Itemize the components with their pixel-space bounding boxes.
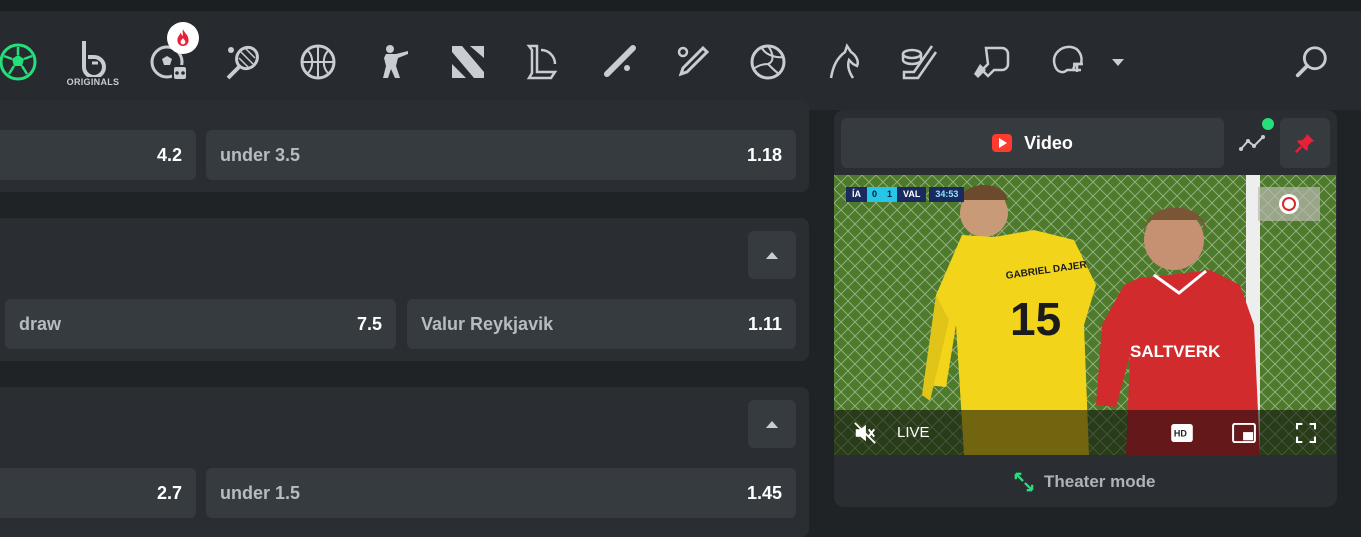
- hot-fire-badge: [167, 22, 199, 54]
- live-indicator-dot: [1262, 118, 1274, 130]
- league-of-legends-icon[interactable]: [521, 40, 565, 84]
- fullscreen-icon: [1296, 423, 1316, 443]
- odds-value: 1.45: [746, 482, 782, 503]
- odds-value: 4.2: [156, 144, 182, 165]
- volleyball-icon[interactable]: [746, 40, 790, 84]
- hd-icon: HD: [1171, 424, 1193, 442]
- stats-graph-icon: [1239, 135, 1265, 151]
- live-video-player[interactable]: 15 GABRIEL DAJER SALTVERK ÍA 0 1 VAL 34:…: [834, 175, 1336, 455]
- odds-button[interactable]: under 1.5 1.45: [206, 468, 796, 518]
- picture-in-picture-icon: [1232, 423, 1256, 443]
- pin-icon: [1295, 133, 1315, 153]
- originals-label: ORIGINALS: [66, 77, 120, 87]
- collapse-market-button[interactable]: [748, 400, 796, 448]
- video-tab-label: Video: [1024, 132, 1073, 153]
- odds-button[interactable]: 4.2: [0, 130, 196, 180]
- live-label: LIVE: [897, 424, 930, 441]
- odds-button[interactable]: under 3.5 1.18: [206, 130, 796, 180]
- fullscreen-button[interactable]: [1293, 420, 1319, 446]
- table-tennis-icon[interactable]: [970, 40, 1014, 84]
- odds-button[interactable]: draw 7.5: [5, 299, 396, 349]
- basketball-icon[interactable]: [296, 40, 340, 84]
- top-strip: [0, 0, 1361, 11]
- odds-value: 7.5: [356, 313, 382, 334]
- chevron-up-icon: [765, 420, 779, 428]
- jersey-number: 15: [1010, 293, 1061, 345]
- cricket-icon[interactable]: [671, 40, 715, 84]
- counter-strike-icon[interactable]: [372, 40, 416, 84]
- collapse-market-button[interactable]: [748, 231, 796, 279]
- odds-value: 2.7: [156, 482, 182, 503]
- pin-button[interactable]: [1280, 118, 1330, 168]
- search-icon: [1295, 46, 1327, 78]
- odds-value: 1.18: [746, 144, 782, 165]
- horse-racing-icon[interactable]: [821, 40, 865, 84]
- video-play-icon: [992, 134, 1013, 152]
- scorebug-away-score: 1: [882, 187, 898, 202]
- odds-label: Valur Reykjavik: [421, 313, 554, 334]
- search-button[interactable]: [1290, 40, 1334, 84]
- theater-mode-label: Theater mode: [1044, 472, 1156, 491]
- dota-icon[interactable]: [446, 40, 490, 84]
- chevron-up-icon: [765, 251, 779, 259]
- american-football-icon[interactable]: [1045, 40, 1089, 84]
- video-controls-bar: LIVE HD: [834, 410, 1336, 455]
- jersey-sponsor: SALTVERK: [1130, 342, 1221, 361]
- expand-arrows-icon: [1014, 472, 1034, 492]
- odds-value: 1.11: [747, 313, 782, 334]
- odds-label: under 1.5: [220, 482, 301, 503]
- ice-hockey-icon[interactable]: [896, 40, 940, 84]
- odds-label: under 3.5: [220, 144, 301, 165]
- scorebug: ÍA 0 1 VAL 34:53: [846, 187, 965, 202]
- muted-speaker-icon: [854, 422, 876, 444]
- scorebug-home-score: 0: [867, 187, 883, 202]
- scorebug-away: VAL: [897, 187, 927, 202]
- svg-text:HD: HD: [1174, 429, 1187, 439]
- tennis-icon[interactable]: [221, 40, 265, 84]
- odds-label: draw: [19, 313, 62, 334]
- odds-button[interactable]: 2.7: [0, 468, 196, 518]
- fire-icon: [177, 29, 189, 46]
- picture-in-picture-button[interactable]: [1231, 420, 1257, 446]
- more-sports-caret-icon[interactable]: [1109, 55, 1127, 69]
- soccer-icon[interactable]: [0, 40, 40, 84]
- baseball-icon[interactable]: [597, 40, 641, 84]
- theater-mode-button[interactable]: Theater mode: [1014, 470, 1155, 494]
- video-tab[interactable]: Video: [841, 118, 1224, 168]
- scorebug-home: ÍA: [846, 187, 867, 202]
- scorebug-clock: 34:53: [929, 187, 965, 202]
- hd-quality-button[interactable]: HD: [1169, 420, 1195, 446]
- originals-logo-icon[interactable]: [70, 35, 114, 79]
- odds-button[interactable]: Valur Reykjavik 1.11: [407, 299, 796, 349]
- mute-button[interactable]: [852, 420, 878, 446]
